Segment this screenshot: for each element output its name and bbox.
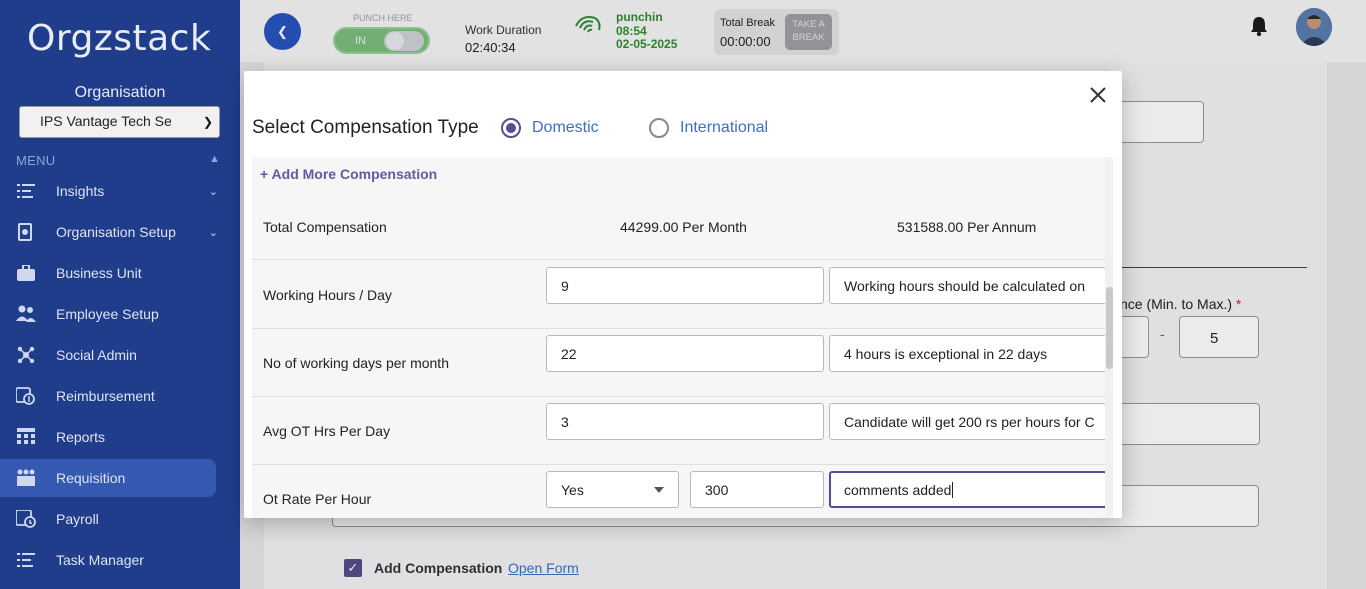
text-caret [952, 482, 954, 498]
working-days-comment[interactable]: 4 hours is exceptional in 22 days [829, 335, 1107, 372]
sidebar-item-business-unit[interactable]: Business Unit [0, 254, 240, 292]
sidebar-item-requisition[interactable]: Requisition [0, 459, 216, 497]
sidebar-item-label: Requisition [56, 470, 126, 486]
app-logo: Orgzstack [27, 18, 212, 59]
total-compensation-label: Total Compensation [263, 219, 387, 235]
ot-rate-input[interactable]: 300 [690, 471, 824, 508]
working-hours-comment[interactable]: Working hours should be calculated on [829, 267, 1107, 304]
organisation-select[interactable]: IPS Vantage Tech Se ❯ [19, 106, 220, 138]
avg-ot-label: Avg OT Hrs Per Day [263, 423, 391, 439]
requisition-icon [16, 468, 36, 488]
sidebar-item-social-admin[interactable]: Social Admin [0, 336, 240, 374]
ot-rate-comment-text: comments added [844, 482, 952, 498]
row-divider [252, 259, 1105, 260]
sidebar-item-insights[interactable]: Insights ⌄ [0, 172, 240, 210]
social-icon [16, 345, 36, 365]
add-more-compensation-link[interactable]: + Add More Compensation [260, 166, 437, 182]
avg-ot-input[interactable]: 3 [546, 403, 824, 440]
total-per-annum: 531588.00 Per Annum [897, 219, 1037, 235]
sidebar-item-label: Reports [56, 429, 106, 445]
working-hours-input[interactable]: 9 [546, 267, 824, 304]
sidebar: Orgzstack Organisation IPS Vantage Tech … [0, 0, 240, 589]
payroll-icon [16, 509, 36, 529]
total-per-month: 44299.00 Per Month [620, 219, 747, 235]
working-days-input[interactable]: 22 [546, 335, 824, 372]
chevron-up-icon[interactable]: ▲ [209, 153, 220, 165]
sidebar-item-label: Social Admin [56, 347, 137, 363]
sidebar-item-label: Business Unit [56, 265, 142, 281]
ot-rate-select-value: Yes [561, 482, 584, 498]
sidebar-item-label: Payroll [56, 511, 99, 527]
sidebar-item-label: Insights [56, 183, 105, 199]
reimbursement-icon [16, 386, 36, 406]
sidebar-item-label: Task Manager [56, 552, 144, 568]
organisation-label: Organisation [74, 84, 166, 101]
org-setup-icon [16, 222, 36, 242]
task-icon [16, 550, 36, 570]
sidebar-item-organisation-setup[interactable]: Organisation Setup ⌄ [0, 213, 240, 251]
sidebar-item-employee-setup[interactable]: Employee Setup [0, 295, 240, 333]
chevron-down-icon: ⌄ [208, 185, 218, 198]
chevron-down-icon: ❯ [202, 115, 213, 129]
radio-domestic[interactable] [501, 118, 521, 138]
dropdown-arrow-icon [654, 487, 664, 493]
list-icon [16, 181, 36, 201]
avg-ot-comment[interactable]: Candidate will get 200 rs per hours for … [829, 403, 1107, 440]
briefcase-icon [16, 263, 36, 283]
menu-section-label: MENU [16, 153, 56, 168]
organisation-select-value: IPS Vantage Tech Se [40, 113, 172, 129]
ot-rate-label: Ot Rate Per Hour [263, 491, 372, 507]
modal-title: Select Compensation Type [252, 117, 479, 138]
sidebar-item-label: Reimbursement [56, 388, 155, 404]
sidebar-item-label: Employee Setup [56, 306, 159, 322]
scrollbar-thumb[interactable] [1106, 287, 1113, 369]
row-divider [252, 464, 1105, 465]
ot-rate-comment[interactable]: comments added [829, 471, 1107, 508]
people-icon [16, 304, 36, 324]
working-days-label: No of working days per month [263, 355, 449, 371]
close-icon[interactable] [1087, 84, 1109, 106]
ot-rate-select[interactable]: Yes [546, 471, 679, 508]
radio-international-label[interactable]: International [680, 119, 768, 137]
row-divider [252, 328, 1105, 329]
radio-international[interactable] [649, 118, 669, 138]
radio-domestic-label[interactable]: Domestic [532, 119, 599, 137]
sidebar-item-task-manager[interactable]: Task Manager [0, 541, 240, 579]
sidebar-item-reimbursement[interactable]: Reimbursement [0, 377, 240, 415]
compensation-modal: Select Compensation Type Domestic Intern… [244, 71, 1122, 518]
sidebar-item-payroll[interactable]: Payroll [0, 500, 240, 538]
chevron-down-icon: ⌄ [208, 226, 218, 239]
working-hours-label: Working Hours / Day [263, 287, 392, 303]
row-divider [252, 396, 1105, 397]
grid-icon [16, 427, 36, 447]
sidebar-item-reports[interactable]: Reports [0, 418, 240, 456]
sidebar-item-label: Organisation Setup [56, 224, 176, 240]
compensation-scroll-area: + Add More Compensation Total Compensati… [252, 157, 1113, 518]
